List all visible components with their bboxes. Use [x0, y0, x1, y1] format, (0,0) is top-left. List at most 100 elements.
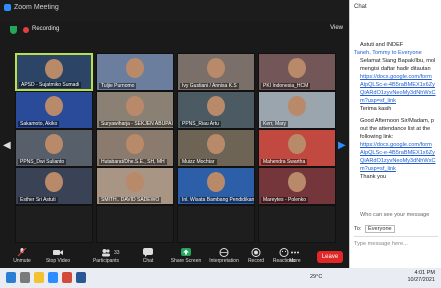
stop-video-button[interactable]: Stop Video: [38, 248, 78, 264]
participant-name: Suryawiharja - SEKJEN ABUPAI: [99, 121, 173, 127]
participant-face: [45, 96, 63, 117]
participants-count: 33: [114, 250, 120, 256]
participant-name: PPNS_Dwi Sulianto: [18, 159, 67, 165]
window-title: Zoom Meeting: [14, 4, 59, 11]
participant-face: [45, 172, 63, 193]
participant-name: PKI Indonesia_HCM: [261, 83, 311, 89]
chat-link[interactable]: QiARdO1zyvNeoMy3dNhWxC: [360, 158, 436, 164]
word-icon[interactable]: [76, 272, 86, 283]
recipient-select[interactable]: Everyone: [365, 225, 395, 233]
unmute-button[interactable]: Unmute: [2, 248, 42, 264]
chat-message-line: Thank you: [360, 174, 387, 180]
chrome-icon[interactable]: [62, 272, 72, 283]
meeting-toolbar: Unmute Stop Video Participants 33 Chat S…: [0, 246, 349, 268]
search-icon[interactable]: [20, 272, 30, 283]
participant-name: Ivy Gustiani / Annisa K.S: [180, 83, 239, 89]
participant-tile[interactable]: APSD - Sujatmiko Sumadi: [15, 53, 93, 91]
participant-name: Mahendra Swartha: [261, 159, 308, 165]
chat-message-line: Good Afternoon Sir/Madam, p: [360, 118, 435, 124]
participant-name: Esther Sri Astuti: [18, 197, 58, 203]
participant-tile[interactable]: Mareytes - Polenko: [258, 167, 336, 205]
chat-message-line: out the attendance list at the: [360, 126, 431, 132]
chat-title: Chat: [354, 4, 367, 10]
participant-face: [45, 58, 63, 79]
zoom-window: Zoom Meeting Recording View ◀ ▶ APSD - S…: [0, 0, 349, 268]
prev-page-icon[interactable]: ◀: [3, 140, 11, 154]
chat-message-line: mengisi daftar hadir ditautan: [360, 66, 431, 72]
video-grid: APSD - Sujatmiko Sumadi Tuljie Purnomo Ivy…: [15, 53, 336, 243]
participant-tile[interactable]: Tuljie Purnomo: [96, 53, 174, 91]
clock[interactable]: 4:01 PM 10/27/2021: [407, 270, 435, 284]
participant-tile[interactable]: [96, 205, 174, 243]
participant-tile[interactable]: [177, 205, 255, 243]
more-button[interactable]: More: [284, 248, 306, 264]
participant-tile[interactable]: Hutabarat/Dhe.S.E., SH, MH: [96, 129, 174, 167]
participant-face: [288, 58, 306, 79]
chat-panel: Chat Astuti and INDEF Taneh, Tommy to Eve…: [349, 0, 441, 268]
participant-tile[interactable]: Muizz Mochtar: [177, 129, 255, 167]
participant-face: [288, 134, 306, 155]
shield-icon[interactable]: [10, 26, 17, 34]
zoom-app-icon[interactable]: [48, 272, 58, 283]
more-icon: [291, 251, 299, 254]
start-icon[interactable]: [6, 272, 16, 283]
chat-link[interactable]: AlpQLSc-e-4B5raBMEX1x6Zy: [360, 150, 435, 156]
participant-name: APSD - Sujatmiko Sumadi: [19, 82, 82, 88]
participant-face: [45, 134, 63, 155]
explorer-icon[interactable]: [34, 272, 44, 283]
participant-tile[interactable]: Inl. Wisata Bambang Pendidikan: [177, 167, 255, 205]
chat-button[interactable]: Chat: [128, 248, 168, 264]
chat-link[interactable]: https://docs.google.com/form: [360, 74, 432, 80]
chat-message-input[interactable]: Type message here...: [354, 236, 438, 260]
chat-link[interactable]: https://docs.google.com/form: [360, 142, 432, 148]
participant-tile[interactable]: Kerr, Mary: [258, 91, 336, 129]
chat-link[interactable]: QiARdO1zyvNeoMy3dNhWxC: [360, 90, 436, 96]
participant-tile[interactable]: Esther Sri Astuti: [15, 167, 93, 205]
participant-name: Hutabarat/Dhe.S.E., SH, MH: [99, 159, 167, 165]
share-screen-button[interactable]: Share Screen: [166, 248, 206, 264]
chat-link[interactable]: m?usp=sf_link: [360, 98, 396, 104]
participant-name: Kerr, Mary: [261, 121, 289, 127]
screen: Zoom Meeting Recording View ◀ ▶ APSD - S…: [0, 0, 441, 288]
record-icon: [251, 248, 261, 257]
weather-label: 29°C: [310, 274, 323, 280]
chat-link[interactable]: AlpQLSc-e-4B5raBMEX1x6Zy: [360, 82, 435, 88]
participant-tile[interactable]: Ivy Gustiani / Annisa K.S: [177, 53, 255, 91]
participant-tile[interactable]: SMITH.. DAVID SADEWO: [96, 167, 174, 205]
participants-icon: [102, 249, 110, 257]
chat-sender: Taneh, Tommy to Everyone: [354, 50, 422, 56]
to-label: To:: [354, 226, 362, 232]
participant-tile[interactable]: PKI Indonesia_HCM: [258, 53, 336, 91]
recording-label: Recording: [32, 26, 60, 32]
participant-name: Tuljie Purnomo: [99, 83, 137, 89]
view-button[interactable]: View: [330, 25, 343, 31]
participant-face: [126, 134, 144, 155]
clock-time: 4:01 PM: [414, 270, 435, 276]
participant-tile[interactable]: [15, 205, 93, 243]
participants-button[interactable]: Participants: [86, 248, 126, 264]
participant-name: SMITH.. DAVID SADEWO: [99, 197, 162, 203]
chat-link[interactable]: m?usp=sf_link: [360, 166, 396, 172]
next-page-icon[interactable]: ▶: [338, 140, 346, 154]
participant-face: [207, 134, 225, 155]
participant-name: Mareytes - Polenko: [261, 197, 309, 203]
share-screen-icon: [181, 248, 191, 256]
participant-tile[interactable]: PPNS_Riau Artu: [177, 91, 255, 129]
participant-tile[interactable]: Sakamoto, Akiko: [15, 91, 93, 129]
mic-muted-icon: [17, 248, 27, 257]
participant-face: [207, 96, 225, 117]
who-can-see-label: Who can see your message: [360, 212, 430, 218]
participant-tile[interactable]: Mahendra Swartha: [258, 129, 336, 167]
leave-button[interactable]: Leave: [317, 251, 343, 263]
participant-name: Inl. Wisata Bambang Pendidikan: [180, 197, 254, 203]
participant-tile[interactable]: PPNS_Dwi Sulianto: [15, 129, 93, 167]
participant-tile[interactable]: Suryawiharja - SEKJEN ABUPAI: [96, 91, 174, 129]
participant-tile[interactable]: [258, 205, 336, 243]
chat-message-line: Selamat Siang Bapak/Ibu, mol: [360, 58, 436, 64]
participant-face: [207, 58, 225, 79]
chat-recipient-row: To: Everyone: [354, 225, 395, 233]
windows-taskbar: 29°C 4:01 PM 10/27/2021: [0, 268, 441, 288]
zoom-logo-icon: [4, 4, 11, 11]
chat-message-line: Terima kasih: [360, 106, 392, 112]
globe-icon: [219, 248, 229, 257]
